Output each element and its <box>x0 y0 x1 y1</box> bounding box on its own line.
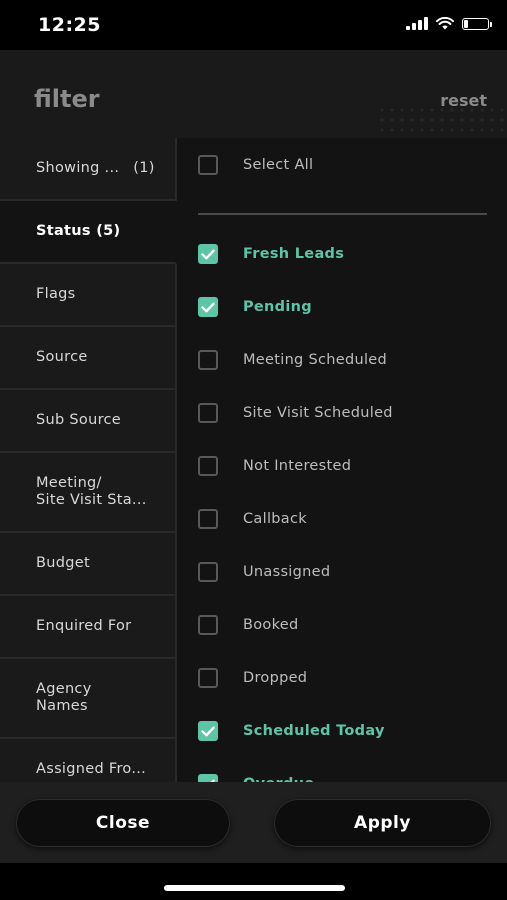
status-option-checkbox[interactable] <box>198 774 218 782</box>
status-option-row[interactable]: Booked <box>198 615 299 635</box>
sidebar-item-label: Meeting/Site Visit Sta... <box>36 475 147 508</box>
sidebar-item-source[interactable]: Source <box>0 327 177 390</box>
sidebar-item-label: Agency Names <box>36 681 92 714</box>
status-bar: 12:25 <box>0 0 507 50</box>
sidebar-item-agency-names[interactable]: Agency Names <box>0 659 177 739</box>
select-all-row[interactable]: Select All <box>198 155 313 175</box>
cellular-signal-icon <box>406 17 428 30</box>
status-option-row[interactable]: Meeting Scheduled <box>198 350 387 370</box>
status-option-row[interactable]: Fresh Leads <box>198 244 344 264</box>
sidebar-item-label: Budget <box>36 555 90 571</box>
sidebar-item-status[interactable]: Status (5) <box>0 201 177 264</box>
sidebar-item-label: Source <box>36 349 88 365</box>
status-option-row[interactable]: Scheduled Today <box>198 721 385 741</box>
status-option-row[interactable]: Pending <box>198 297 312 317</box>
status-option-checkbox[interactable] <box>198 509 218 529</box>
status-option-row[interactable]: Callback <box>198 509 307 529</box>
battery-icon <box>462 17 492 30</box>
sidebar-item-assigned-from[interactable]: Assigned Fro... <box>0 739 177 782</box>
sidebar-item-label: Flags <box>36 286 76 302</box>
status-option-label: Booked <box>243 617 299 633</box>
home-indicator-area <box>0 863 507 900</box>
footer: Close Apply <box>0 782 507 863</box>
home-indicator[interactable] <box>164 885 345 891</box>
sidebar-item-label: Status (5) <box>36 223 121 239</box>
status-option-row[interactable]: Not Interested <box>198 456 351 476</box>
status-option-label: Callback <box>243 511 307 527</box>
status-option-checkbox[interactable] <box>198 350 218 370</box>
sidebar-item-meeting-site-visit-status[interactable]: Meeting/Site Visit Sta... <box>0 453 177 533</box>
status-option-label: Site Visit Scheduled <box>243 405 393 421</box>
status-option-label: Meeting Scheduled <box>243 352 388 368</box>
status-option-row[interactable]: Dropped <box>198 668 307 688</box>
sidebar-item-label: Enquired For <box>36 618 132 634</box>
status-option-checkbox[interactable] <box>198 721 218 741</box>
status-time: 12:25 <box>38 14 101 36</box>
status-option-row[interactable]: Site Visit Scheduled <box>198 403 393 423</box>
status-option-label: Not Interested <box>243 458 352 474</box>
status-option-label: Dropped <box>243 670 308 686</box>
sidebar-item-flags[interactable]: Flags <box>0 264 177 327</box>
sidebar-item-sub-source[interactable]: Sub Source <box>0 390 177 453</box>
divider <box>198 213 487 215</box>
wifi-icon <box>436 17 454 30</box>
status-option-label: Unassigned <box>243 564 331 580</box>
status-option-checkbox[interactable] <box>198 244 218 264</box>
status-icons <box>406 17 492 30</box>
status-option-row[interactable]: Unassigned <box>198 562 330 582</box>
sidebar-item-label: Sub Source <box>36 412 122 428</box>
sidebar-item-enquired-for[interactable]: Enquired For <box>0 596 177 659</box>
status-option-checkbox[interactable] <box>198 615 218 635</box>
checkmark-icon <box>201 249 215 259</box>
select-all-label: Select All <box>243 157 314 173</box>
status-option-label: Pending <box>243 299 312 315</box>
header: filter reset <box>0 50 507 138</box>
status-options-list: Select All Fresh Leads Pending Meeting Sch… <box>179 138 507 782</box>
status-option-label: Fresh Leads <box>243 246 345 262</box>
filter-category-sidebar: Showing ... (1) Status (5) Flags Source S… <box>0 138 179 782</box>
status-option-checkbox[interactable] <box>198 456 218 476</box>
select-all-checkbox[interactable] <box>198 155 218 175</box>
sidebar-item-label: Showing ... (1) <box>36 160 155 176</box>
checkmark-icon <box>201 302 215 312</box>
sidebar-item-budget[interactable]: Budget <box>0 533 177 596</box>
sidebar-item-label: Assigned Fro... <box>36 761 147 777</box>
sidebar-item-showing[interactable]: Showing ... (1) <box>0 138 177 201</box>
apply-button[interactable]: Apply <box>274 799 491 847</box>
status-option-checkbox[interactable] <box>198 297 218 317</box>
status-option-checkbox[interactable] <box>198 403 218 423</box>
close-button[interactable]: Close <box>16 799 230 847</box>
filter-screen: filter reset Showing ... (1) Status (5) F… <box>0 50 507 900</box>
page-title: filter <box>34 85 100 113</box>
checkmark-icon <box>201 726 215 736</box>
status-option-checkbox[interactable] <box>198 668 218 688</box>
status-option-row[interactable]: Overdue <box>198 774 314 782</box>
reset-button[interactable]: reset <box>440 91 487 110</box>
status-option-checkbox[interactable] <box>198 562 218 582</box>
status-option-label: Scheduled Today <box>243 723 385 739</box>
